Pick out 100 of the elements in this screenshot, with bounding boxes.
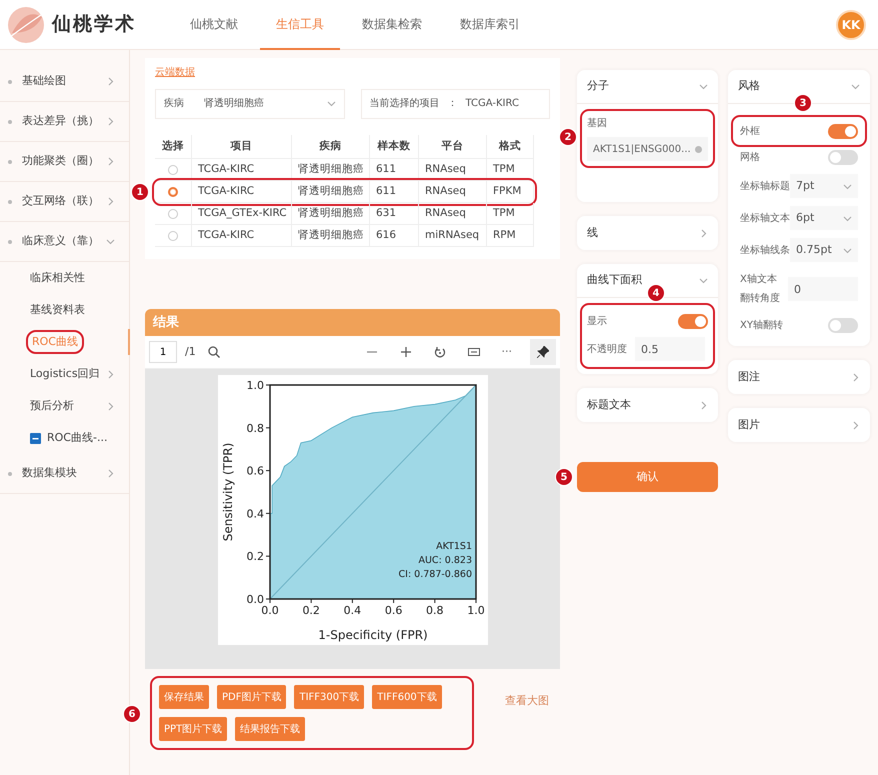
toggle-switch[interactable] <box>678 314 708 328</box>
sidebar-subitem[interactable]: Logistics回归 <box>0 358 129 390</box>
search-icon <box>208 346 220 358</box>
chevron-right-icon <box>106 197 115 206</box>
panel-header[interactable]: 图注 <box>728 360 870 394</box>
chevron-down-icon <box>843 214 852 222</box>
y-tick-label: 0.8 <box>246 422 264 436</box>
more-button[interactable]: ··· <box>498 339 516 366</box>
opacity-input[interactable]: 0.5 <box>635 337 705 361</box>
table-cell: TCGA_GTEx-KIRC <box>192 203 292 226</box>
pin-button[interactable] <box>530 339 556 366</box>
plus-icon <box>400 346 412 358</box>
table-cell: TCGA-KIRC <box>192 225 292 248</box>
radio-button[interactable] <box>168 230 178 241</box>
y-tick-label: 0.4 <box>246 508 264 521</box>
chevron-right-icon <box>106 370 115 378</box>
nav-tab[interactable]: 数据库索引 <box>444 0 536 50</box>
toggle-switch[interactable] <box>828 318 858 332</box>
column-header: 疾病 <box>292 134 370 160</box>
sidebar-item[interactable]: 临床意义（靠） <box>0 222 129 262</box>
bullet-icon <box>8 200 12 204</box>
column-header: 选择 <box>155 134 192 160</box>
radio-button[interactable] <box>168 164 178 175</box>
sidebar-item[interactable]: 表达差异（挑） <box>0 102 129 142</box>
current-project-info: 当前选择的项目 ： TCGA-KIRC <box>360 88 550 118</box>
dropdown-select[interactable]: 7pt <box>790 174 858 198</box>
chevron-right-icon <box>851 420 860 430</box>
sidebar-item[interactable]: 基础绘图 <box>0 62 129 102</box>
bullet-icon <box>8 80 12 84</box>
rotate-icon <box>434 346 446 358</box>
sidebar-subitem[interactable]: 预后分析 <box>0 390 129 422</box>
sidebar-item[interactable]: 功能聚类（圈） <box>0 142 129 182</box>
field-label: 坐标轴标题 <box>740 180 790 194</box>
page-total: /1 <box>185 344 196 360</box>
nav-tab[interactable]: 仙桃文献 <box>174 0 254 50</box>
pin-icon <box>537 346 549 358</box>
chevron-right-icon <box>106 402 115 410</box>
table-cell: 肾透明细胞癌 <box>292 181 370 204</box>
table-cell: 616 <box>370 225 419 248</box>
active-indicator <box>128 329 130 355</box>
page-input[interactable]: 1 <box>149 341 177 364</box>
dropdown-select[interactable]: 0.75pt <box>790 238 858 262</box>
chevron-down-icon <box>699 82 708 91</box>
y-tick-label: 0.0 <box>246 593 264 606</box>
panel-header[interactable]: 分子 <box>577 70 718 104</box>
sidebar-item[interactable]: 数据集模块 <box>0 454 129 494</box>
sidebar-subitem[interactable]: ROC曲线-... <box>0 422 129 454</box>
chevron-right-icon <box>851 372 860 382</box>
table-cell: TCGA-KIRC <box>192 159 292 182</box>
fit-width-icon <box>468 346 480 358</box>
chevron-right-icon <box>106 117 115 126</box>
chevron-down-icon <box>699 276 708 285</box>
field-label: X轴文本翻转角度 <box>740 272 781 306</box>
x-axis-title: 1-Specificity (FPR) <box>318 628 428 642</box>
sidebar-subitem[interactable]: 临床相关性 <box>0 262 129 294</box>
table-cell: miRNAseq <box>419 225 487 248</box>
x-tick-label: 0.4 <box>343 604 361 618</box>
panel-header[interactable]: 图片 <box>728 408 870 442</box>
toggle-switch[interactable] <box>828 150 858 164</box>
nav-tab[interactable]: 数据集检索 <box>346 0 438 50</box>
field-label: 外框 <box>740 124 760 138</box>
table-cell: TPM <box>487 203 534 226</box>
table-cell: 肾透明细胞癌 <box>292 159 370 182</box>
callout-badge: 4 <box>647 284 665 302</box>
bullet-icon <box>8 160 12 164</box>
table-cell: RPM <box>487 225 534 248</box>
chevron-down-icon <box>326 99 336 108</box>
sidebar-item[interactable]: 交互网络（联） <box>0 182 129 222</box>
chevron-down-icon <box>843 182 852 190</box>
sidebar-subitem[interactable]: 基线资料表 <box>0 294 129 326</box>
callout-badge: 2 <box>559 128 577 146</box>
chevron-right-icon <box>106 77 115 86</box>
bullet-icon <box>8 120 12 124</box>
chevron-down-icon <box>851 82 860 91</box>
chart-annotation: CI: 0.787-0.860 <box>398 569 472 580</box>
panel-header[interactable]: 标题文本 <box>577 388 718 422</box>
text-input[interactable]: 0 <box>788 277 858 301</box>
field-label: 网格 <box>740 150 760 164</box>
chevron-right-icon <box>699 400 708 410</box>
logo-text: 仙桃学术 <box>52 12 136 38</box>
radio-button[interactable] <box>168 208 178 219</box>
gene-select[interactable]: AKT1S1|ENSG000... <box>587 137 708 161</box>
table-cell: 肾透明细胞癌 <box>292 225 370 248</box>
toggle-switch[interactable] <box>828 124 858 138</box>
y-tick-label: 0.6 <box>246 464 264 478</box>
chart-annotation: AUC: 0.823 <box>418 555 472 566</box>
radio-button[interactable] <box>168 186 178 197</box>
disease-select[interactable]: 疾病 肾透明细胞癌 <box>155 88 344 118</box>
callout-badge: 5 <box>555 468 573 486</box>
dropdown-select[interactable]: 6pt <box>790 206 858 230</box>
field-label: 基因 <box>587 116 608 131</box>
clear-icon <box>695 146 702 152</box>
field-label: 坐标轴线条 <box>740 244 790 258</box>
callout-badge: 6 <box>123 705 141 724</box>
chevron-right-icon <box>106 157 115 166</box>
table-cell: 631 <box>370 203 419 226</box>
legend-label: AKT1S1 <box>436 541 472 552</box>
document-icon <box>30 432 41 444</box>
table-cell: FPKM <box>487 181 534 204</box>
panel-header[interactable]: 线 <box>577 216 718 250</box>
